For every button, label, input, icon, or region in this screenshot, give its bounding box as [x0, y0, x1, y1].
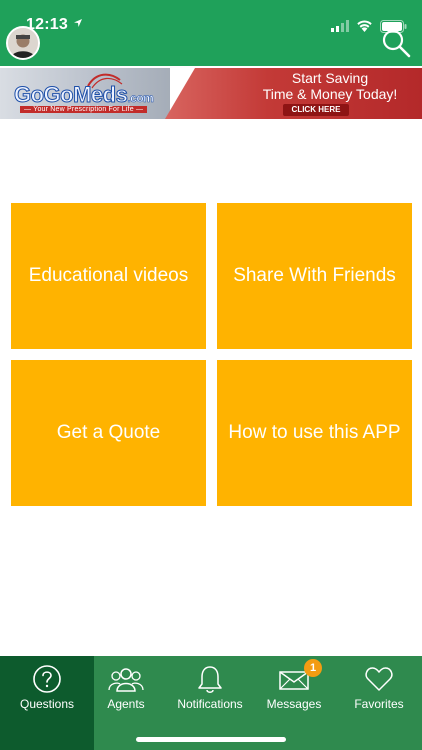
tab-label: Notifications — [177, 697, 243, 711]
tile-label: Get a Quote — [56, 422, 161, 443]
tile-label: How to use this APP — [228, 422, 401, 443]
messages-badge: 1 — [304, 659, 322, 677]
tab-label: Favorites — [354, 697, 404, 711]
tile-label: Share With Friends — [233, 265, 396, 286]
tab-label: Agents — [107, 697, 145, 711]
ad-brand-main: GoGoMeds — [13, 82, 128, 108]
tile-get-a-quote[interactable]: Get a Quote — [11, 360, 206, 506]
ad-brand-suffix: .com — [127, 91, 154, 106]
heart-icon — [365, 667, 393, 691]
tile-label: Educational videos — [28, 265, 189, 286]
tile-how-to-use[interactable]: How to use this APP — [217, 360, 412, 506]
location-arrow-icon — [74, 19, 82, 27]
bell-icon — [198, 666, 222, 693]
tab-questions[interactable]: Questions — [0, 656, 94, 750]
tab-notifications[interactable]: Notifications — [168, 656, 252, 750]
ad-cta-button[interactable]: CLICK HERE — [283, 104, 349, 116]
bottom-tab-bar: Questions Agents Notifications 1 Message… — [0, 656, 422, 750]
app-header: 12:13 — [0, 0, 422, 66]
cellular-signal-icon — [331, 20, 349, 32]
ad-banner[interactable]: GoGoMeds.com — Your New Prescription For… — [0, 68, 422, 119]
tab-favorites[interactable]: Favorites — [337, 656, 421, 750]
ad-brand: GoGoMeds.com — [13, 82, 154, 108]
question-circle-icon — [33, 665, 61, 693]
people-icon — [108, 668, 144, 692]
tile-educational-videos[interactable]: Educational videos — [11, 203, 206, 349]
tab-label: Questions — [19, 697, 75, 711]
ad-tagline: — Your New Prescription For Life — — [20, 106, 148, 113]
wifi-icon — [357, 20, 372, 32]
ad-headline-2: Time & Money Today! — [262, 86, 398, 102]
tile-share-with-friends[interactable]: Share With Friends — [217, 203, 412, 349]
ad-headline-1: Start Saving — [291, 70, 369, 86]
user-photo-icon — [8, 28, 38, 58]
profile-avatar[interactable] — [6, 26, 40, 60]
home-indicator[interactable] — [136, 737, 286, 742]
tab-label: Messages — [266, 697, 322, 711]
search-icon[interactable] — [380, 28, 414, 58]
tab-messages[interactable]: 1 Messages — [252, 656, 336, 750]
tab-agents[interactable]: Agents — [84, 656, 168, 750]
